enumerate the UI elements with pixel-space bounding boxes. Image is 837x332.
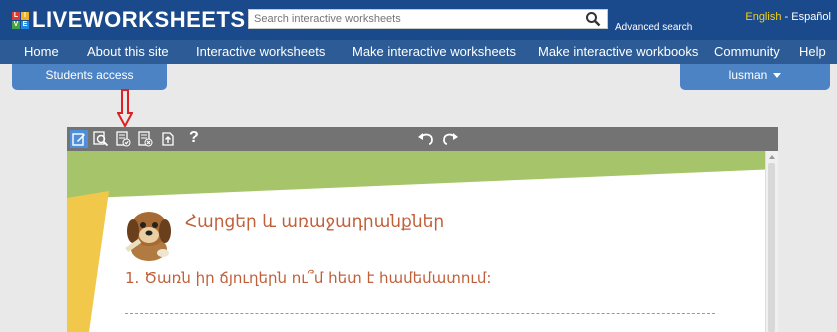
clear-answers-icon[interactable] (136, 130, 154, 148)
nav-make-worksheets[interactable]: Make interactive worksheets (352, 44, 516, 59)
red-arrow-annotation (117, 89, 133, 127)
nav-help[interactable]: Help (799, 44, 826, 59)
help-icon[interactable]: ? (189, 129, 199, 147)
user-menu[interactable]: lusman (680, 64, 830, 90)
check-answers-icon[interactable] (114, 130, 132, 148)
worksheet-page: Հարցեր և առաջադրանքներ 1. Ծառն իր ճյուղե… (67, 151, 778, 332)
lang-english-link[interactable]: English (745, 11, 781, 23)
nav-make-workbooks[interactable]: Make interactive workbooks (538, 44, 698, 59)
username: lusman (728, 68, 768, 82)
nav-community[interactable]: Community (714, 44, 780, 59)
export-icon[interactable] (159, 130, 177, 148)
nav-home[interactable]: Home (24, 44, 59, 59)
lang-separator: - (784, 11, 789, 23)
undo-icon[interactable] (417, 130, 435, 148)
worksheet-toolbar: ? (67, 127, 778, 151)
question-1: 1. Ծառն իր ճյուղերն ու՞մ հետ է համեմատու… (125, 269, 492, 287)
advanced-search-link[interactable]: Advanced search (615, 22, 692, 33)
logo-letter-i: I (21, 11, 29, 20)
worksheet-scrollbar[interactable] (765, 151, 778, 332)
scroll-up-icon[interactable] (769, 155, 775, 159)
nav-interactive-worksheets[interactable]: Interactive worksheets (196, 44, 325, 59)
search-box (248, 9, 608, 29)
preview-icon[interactable] (92, 130, 110, 148)
edit-icon[interactable] (70, 130, 88, 148)
worksheet-title: Հարցեր և առաջադրանքներ (185, 212, 445, 232)
redo-icon[interactable] (441, 130, 459, 148)
scroll-thumb[interactable] (768, 163, 775, 332)
answer-line[interactable] (125, 313, 715, 315)
logo-text: LIVEWORKSHEETS (32, 7, 246, 32)
caret-down-icon (773, 73, 782, 79)
site-logo[interactable]: L I V E LIVEWORKSHEETS (12, 7, 246, 33)
logo-letter-e: E (21, 20, 29, 29)
search-input[interactable] (249, 9, 586, 29)
puppy-illustration (125, 212, 171, 261)
logo-mark: L I V E (12, 11, 29, 29)
logo-letter-l: L (12, 11, 20, 20)
lang-spanish-link[interactable]: Español (791, 11, 831, 23)
top-bar: L I V E LIVEWORKSHEETS Advanced search E… (0, 0, 837, 40)
nav-about[interactable]: About this site (87, 44, 169, 59)
students-access-tab[interactable]: Students access (12, 64, 167, 90)
main-nav: Home About this site Interactive workshe… (0, 40, 837, 64)
search-icon[interactable] (585, 11, 601, 27)
logo-letter-v: V (12, 20, 20, 29)
language-switcher: English - Español (745, 11, 831, 23)
